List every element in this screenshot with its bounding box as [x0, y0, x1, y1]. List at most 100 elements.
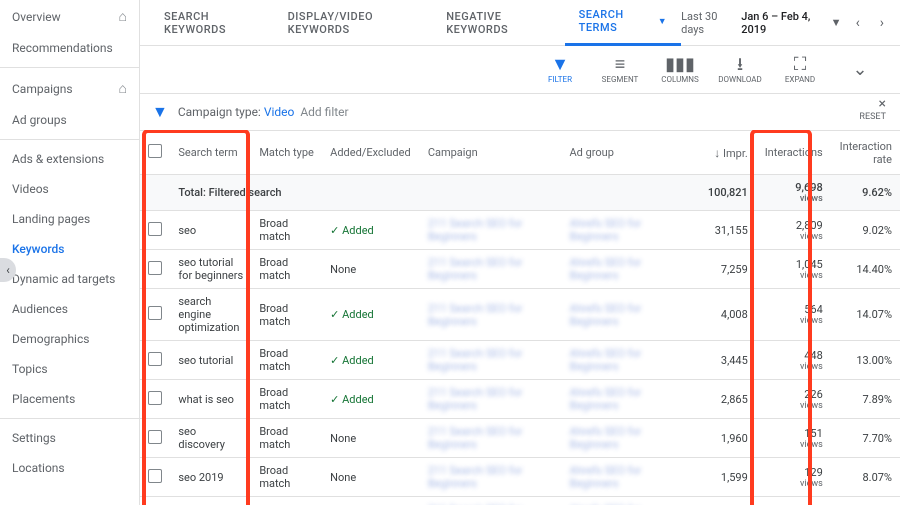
- cell-match-type: Broad match: [251, 211, 322, 250]
- date-range-picker[interactable]: Last 30 days Jan 6 – Feb 4, 2019 ▼ ‹ ›: [681, 10, 890, 36]
- cell-adgroup: Ahrefs SEO for Beginners: [562, 341, 694, 380]
- table-row[interactable]: seo discoveryBroad matchNone211 Search S…: [140, 419, 900, 458]
- table-row[interactable]: seoBroad matchAdded211 Search SEO for Be…: [140, 211, 900, 250]
- sidebar-item-landing-pages[interactable]: Landing pages: [0, 204, 139, 234]
- table-row[interactable]: seo tutorial for beginnersBroad matchNon…: [140, 250, 900, 289]
- segment-icon: ≡: [615, 55, 626, 75]
- cell-adgroup: Ahrefs SEO for Beginners: [562, 458, 694, 497]
- cell-interactions: 2,809views: [756, 211, 831, 250]
- added-badge: Added: [330, 393, 374, 406]
- sidebar-item-topics[interactable]: Topics: [0, 354, 139, 384]
- select-all-header[interactable]: [140, 131, 170, 175]
- sidebar-item-settings[interactable]: Settings: [0, 423, 139, 453]
- date-range-value: Jan 6 – Feb 4, 2019: [741, 10, 822, 36]
- sidebar-item-recommendations[interactable]: Recommendations: [0, 33, 139, 63]
- columns-button[interactable]: ▮▮▮COLUMNS: [650, 55, 710, 84]
- row-checkbox[interactable]: [140, 458, 170, 497]
- reset-filters-button[interactable]: × RESET: [859, 96, 886, 122]
- table-row[interactable]: seo tutorialBroad matchAdded211 Search S…: [140, 341, 900, 380]
- sidebar-item-audiences[interactable]: Audiences: [0, 294, 139, 324]
- row-checkbox[interactable]: [140, 211, 170, 250]
- sidebar-item-label: Campaigns: [12, 82, 73, 96]
- sidebar-item-demographics[interactable]: Demographics: [0, 324, 139, 354]
- cell-added: Added: [322, 341, 420, 380]
- col-match-type[interactable]: Match type: [251, 131, 322, 175]
- sidebar-item-label: Demographics: [12, 332, 89, 346]
- filter-icon: ▼: [551, 55, 569, 75]
- cell-impr: 1,960: [693, 419, 756, 458]
- col-impr[interactable]: ↓ Impr.: [693, 131, 756, 175]
- cell-adgroup: Ahrefs SEO for Beginners: [562, 250, 694, 289]
- table-row[interactable]: seo 2019Broad matchNone211 Search SEO fo…: [140, 458, 900, 497]
- cell-campaign: 211 Search SEO for Beginners: [420, 380, 562, 419]
- col-adgroup[interactable]: Ad group: [562, 131, 694, 175]
- more-button[interactable]: ⌄: [830, 60, 890, 80]
- next-period-button[interactable]: ›: [874, 15, 890, 31]
- sidebar-item-ad-groups[interactable]: Ad groups: [0, 105, 139, 135]
- row-checkbox[interactable]: [140, 341, 170, 380]
- sidebar-item-label: Placements: [12, 392, 75, 406]
- table-row[interactable]: what is seoBroad match Added 211 Search SE…: [140, 380, 900, 419]
- download-button[interactable]: ⭳DOWNLOAD: [710, 55, 770, 84]
- filter-button[interactable]: ▼FILTER: [530, 55, 590, 84]
- sidebar-item-placements[interactable]: Placements: [0, 384, 139, 414]
- cell-campaign: 211 Search SEO for Beginners: [420, 341, 562, 380]
- sidebar-item-label: Keywords: [12, 242, 64, 256]
- total-row: Total: Filtered search100,8219,698views9…: [140, 175, 900, 211]
- table-row[interactable]: local seoBroad matchNone211 Search SEO f…: [140, 497, 900, 505]
- sidebar-item-label: Landing pages: [12, 212, 90, 226]
- cell-adgroup: Ahrefs SEO for Beginners: [562, 497, 694, 505]
- home-icon: ⌂: [119, 8, 127, 25]
- tab-display-video-keywords[interactable]: DISPLAY/VIDEO KEYWORDS: [274, 0, 433, 46]
- cell-match-type: Broad match: [251, 341, 322, 380]
- sidebar-item-label: Overview: [12, 10, 61, 24]
- cell-impr: 31,155: [693, 211, 756, 250]
- download-icon: ⭳: [737, 55, 743, 75]
- col-added[interactable]: Added/Excluded: [322, 131, 420, 175]
- add-filter-button[interactable]: Add filter: [300, 105, 348, 119]
- added-badge: Added: [330, 354, 374, 367]
- tab-search-terms[interactable]: SEARCH TERMS▼: [565, 0, 682, 46]
- cell-match-type: Broad match: [251, 380, 322, 419]
- sidebar-item-locations[interactable]: Locations: [0, 453, 139, 483]
- sidebar: Overview ⌂ Recommendations Campaigns⌂Ad gro…: [0, 0, 140, 505]
- cell-impr: 3,445: [693, 341, 756, 380]
- row-checkbox[interactable]: [140, 250, 170, 289]
- close-icon: ×: [859, 96, 886, 112]
- prev-period-button[interactable]: ‹: [850, 15, 866, 31]
- cell-campaign: 211 Search SEO for Beginners: [420, 211, 562, 250]
- tab-negative-keywords[interactable]: NEGATIVE KEYWORDS: [432, 0, 564, 46]
- cell-match-type: Broad match: [251, 458, 322, 497]
- col-interactions[interactable]: Interactions: [756, 131, 831, 175]
- filter-chip[interactable]: Campaign type: Video: [178, 105, 295, 119]
- cell-rate: 8.07%: [831, 458, 900, 497]
- sidebar-item-videos[interactable]: Videos: [0, 174, 139, 204]
- sidebar-item-ads-extensions[interactable]: Ads & extensions: [0, 144, 139, 174]
- sidebar-item-label: Locations: [12, 461, 65, 475]
- cell-rate: 13.00%: [831, 341, 900, 380]
- col-rate[interactable]: Interaction rate: [831, 131, 900, 175]
- tab-search-keywords[interactable]: SEARCH KEYWORDS: [150, 0, 274, 46]
- sidebar-item-label: Dynamic ad targets: [12, 272, 115, 286]
- table-row[interactable]: search engine optimizationBroad matchAdd…: [140, 289, 900, 341]
- segment-button[interactable]: ≡SEGMENT: [590, 55, 650, 84]
- row-checkbox[interactable]: [140, 497, 170, 505]
- cell-match-type: Broad match: [251, 250, 322, 289]
- toolbar: ▼FILTER≡SEGMENT▮▮▮COLUMNS⭳DOWNLOAD⛶EXPAN…: [140, 46, 900, 94]
- expand-button[interactable]: ⛶EXPAND: [770, 55, 830, 84]
- cell-rate: 14.07%: [831, 289, 900, 341]
- col-search-term[interactable]: Search term: [170, 131, 251, 175]
- cell-interactions: 129views: [756, 458, 831, 497]
- sidebar-item-overview[interactable]: Overview ⌂: [0, 0, 139, 33]
- row-checkbox[interactable]: [140, 419, 170, 458]
- cell-search-term: what is seo: [170, 380, 251, 419]
- added-badge: Added: [330, 224, 374, 237]
- sidebar-item-keywords[interactable]: Keywords: [0, 234, 139, 264]
- cell-campaign: 211 Search SEO for Beginners: [420, 419, 562, 458]
- columns-icon: ▮▮▮: [665, 55, 695, 75]
- sidebar-item-dynamic-ad-targets[interactable]: Dynamic ad targets: [0, 264, 139, 294]
- col-campaign[interactable]: Campaign: [420, 131, 562, 175]
- sidebar-item-campaigns[interactable]: Campaigns⌂: [0, 72, 139, 105]
- row-checkbox[interactable]: [140, 380, 170, 419]
- row-checkbox[interactable]: [140, 289, 170, 341]
